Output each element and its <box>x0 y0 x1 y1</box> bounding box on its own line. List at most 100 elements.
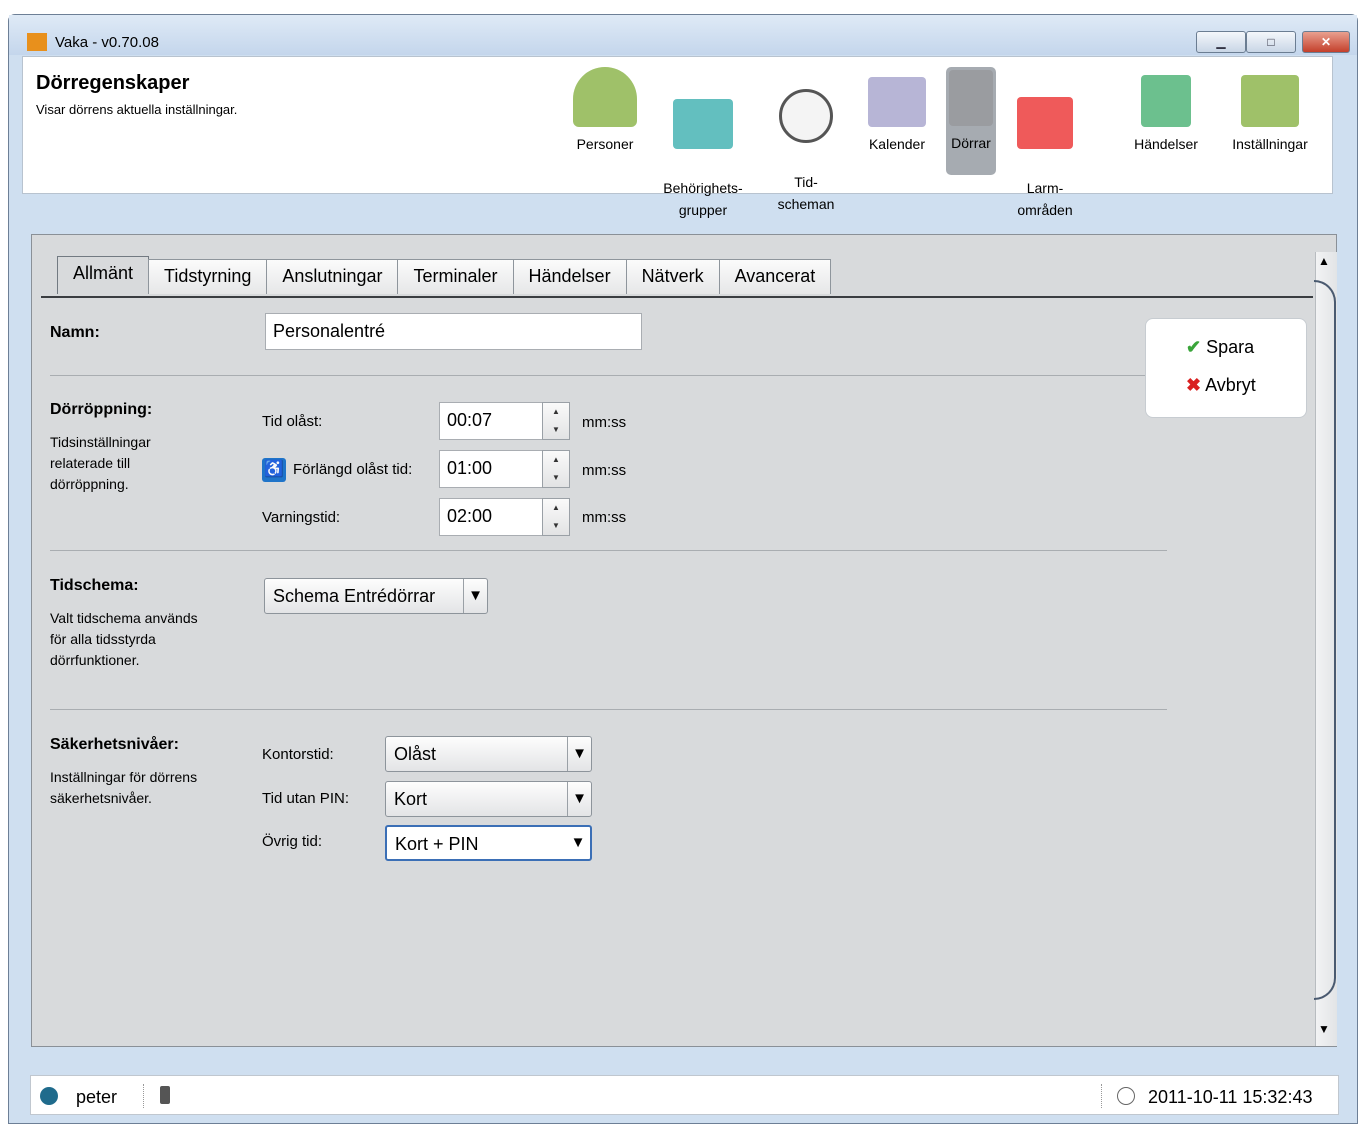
chevron-down-icon: ▼ <box>567 737 591 771</box>
maximize-button[interactable]: □ <box>1246 31 1296 53</box>
extended-unlock-label: Förlängd olåst tid: <box>293 461 413 478</box>
page-subtitle: Visar dörrens aktuella inställningar. <box>36 102 238 117</box>
warning-time-field[interactable]: 02:00 <box>439 498 543 536</box>
unit-label: mm:ss <box>582 414 627 431</box>
nav-label: Kalender <box>868 136 926 152</box>
nav-label: Dörrar <box>951 135 991 151</box>
page-header: Dörregenskaper Visar dörrens aktuella in… <box>22 56 1333 218</box>
connection-plug-icon <box>160 1086 170 1104</box>
persons-icon <box>573 67 637 127</box>
checkmark-icon: ✔ <box>1186 337 1202 357</box>
nav-installningar[interactable]: Inställningar <box>1222 67 1318 155</box>
name-label: Namn: <box>50 324 100 341</box>
nav-label: Behörighets- grupper <box>663 180 743 218</box>
unlock-time-field[interactable]: 00:07 <box>439 402 543 440</box>
tab-avancerat[interactable]: Avancerat <box>718 259 832 294</box>
tab-tidstyrning[interactable]: Tidstyrning <box>148 259 268 294</box>
no-pin-time-select[interactable]: Kort ▼ <box>385 781 592 817</box>
tab-handelser[interactable]: Händelser <box>512 259 627 294</box>
scroll-down-icon[interactable]: ▼ <box>1318 1022 1330 1036</box>
nav-label: Inställningar <box>1232 136 1308 152</box>
wheelchair-icon: ♿ <box>262 458 286 482</box>
nav-label: Tid- scheman <box>777 174 835 212</box>
scroll-thumb[interactable] <box>1314 280 1336 1000</box>
save-button[interactable]: ✔ Spara <box>1186 337 1254 358</box>
unlock-time-label: Tid olåst: <box>262 413 323 430</box>
tab-strip: Allmänt Tidstyrning Anslutningar Termina… <box>48 256 832 294</box>
schedule-select[interactable]: Schema Entrédörrar ▼ <box>264 578 488 614</box>
schedule-desc: Valt tidschema används för alla tidsstyr… <box>50 610 198 668</box>
id-card-icon <box>673 99 733 149</box>
name-field[interactable]: Personalentré <box>265 313 642 350</box>
cancel-button[interactable]: ✖ Avbryt <box>1186 375 1256 396</box>
office-time-select[interactable]: Olåst ▼ <box>385 736 592 772</box>
extended-unlock-field[interactable]: 01:00 <box>439 450 543 488</box>
divider <box>1101 1084 1102 1108</box>
nav-behorighetsgrupper[interactable]: Behörighets- grupper <box>655 67 751 243</box>
nav-kalender[interactable]: Kalender <box>860 67 934 155</box>
schedule-title: Tidschema: <box>50 577 139 594</box>
tab-underline <box>41 296 1313 298</box>
settings-sliders-icon <box>1241 75 1299 127</box>
tab-allmant[interactable]: Allmänt <box>57 256 150 294</box>
window-title: Vaka - v0.70.08 <box>55 34 159 51</box>
door-icon <box>949 70 993 126</box>
nav-handelser[interactable]: Händelser <box>1125 67 1207 155</box>
nav-larmomraden[interactable]: Larm- områden <box>1010 67 1080 243</box>
save-label: Spara <box>1206 337 1255 357</box>
divider <box>50 375 1167 376</box>
user-name: peter <box>76 1087 118 1107</box>
status-bar: peter 2011-10-11 15:32:43 <box>30 1075 1339 1115</box>
nav-dorrar[interactable]: Dörrar <box>946 67 996 175</box>
clock-icon <box>1117 1087 1135 1105</box>
scroll-up-icon[interactable]: ▲ <box>1318 254 1330 268</box>
nav-personer[interactable]: Personer <box>565 67 645 155</box>
calendar-icon <box>868 77 926 127</box>
nav-label: Händelser <box>1134 136 1198 152</box>
tab-anslutningar[interactable]: Anslutningar <box>266 259 399 294</box>
door-opening-title: Dörröppning: <box>50 401 153 418</box>
warning-time-stepper[interactable]: ▲ ▼ <box>542 498 570 536</box>
cancel-label: Avbryt <box>1205 375 1256 395</box>
other-time-label: Övrig tid: <box>262 833 323 850</box>
alarm-area-icon <box>1017 97 1073 149</box>
page-title: Dörregenskaper <box>36 72 190 94</box>
action-panel: ✔ Spara ✖ Avbryt <box>1145 318 1307 418</box>
chevron-down-icon: ▼ <box>463 579 487 613</box>
warning-time-label: Varningstid: <box>262 509 341 526</box>
title-bar: Vaka - v0.70.08 ▁ □ ✕ <box>9 15 1357 55</box>
schedule-value: Schema Entrédörrar <box>273 586 436 606</box>
events-icon <box>1141 75 1191 127</box>
close-button[interactable]: ✕ <box>1302 31 1350 53</box>
extended-unlock-stepper[interactable]: ▲ ▼ <box>542 450 570 488</box>
door-opening-desc: Tidsinställningar relaterade till dörröp… <box>50 434 151 492</box>
tab-natverk[interactable]: Nätverk <box>625 259 720 294</box>
status-datetime: 2011-10-11 15:32:43 <box>1148 1087 1313 1107</box>
nav-label: Larm- områden <box>1017 180 1073 218</box>
minimize-button[interactable]: ▁ <box>1196 31 1246 53</box>
divider <box>50 550 1167 551</box>
clock-icon <box>779 89 833 143</box>
divider <box>143 1084 144 1108</box>
user-status-icon <box>40 1087 58 1105</box>
no-pin-time-label: Tid utan PIN: <box>262 790 349 807</box>
other-time-value: Kort + PIN <box>395 834 479 854</box>
office-time-label: Kontorstid: <box>262 746 334 763</box>
unit-label: mm:ss <box>582 509 627 526</box>
divider <box>50 709 1167 710</box>
tab-terminaler[interactable]: Terminaler <box>397 259 514 294</box>
nav-label: Personer <box>576 136 634 152</box>
chevron-down-icon: ▼ <box>570 834 586 851</box>
cross-icon: ✖ <box>1186 375 1202 395</box>
nav-tidscheman[interactable]: Tid- scheman <box>768 67 844 237</box>
chevron-down-icon: ▼ <box>567 782 591 816</box>
no-pin-time-value: Kort <box>394 789 428 809</box>
vaka-logo-icon <box>27 33 47 51</box>
security-desc: Inställningar för dörrens säkerhetsnivåe… <box>50 769 198 806</box>
vertical-scrollbar[interactable]: ▲ ▼ <box>1314 252 1337 1046</box>
content-panel <box>31 234 1337 1047</box>
unlock-time-stepper[interactable]: ▲ ▼ <box>542 402 570 440</box>
other-time-select[interactable]: Kort + PIN ▼ <box>385 825 592 861</box>
security-title: Säkerhetsnivåer: <box>50 736 179 753</box>
office-time-value: Olåst <box>394 744 437 764</box>
